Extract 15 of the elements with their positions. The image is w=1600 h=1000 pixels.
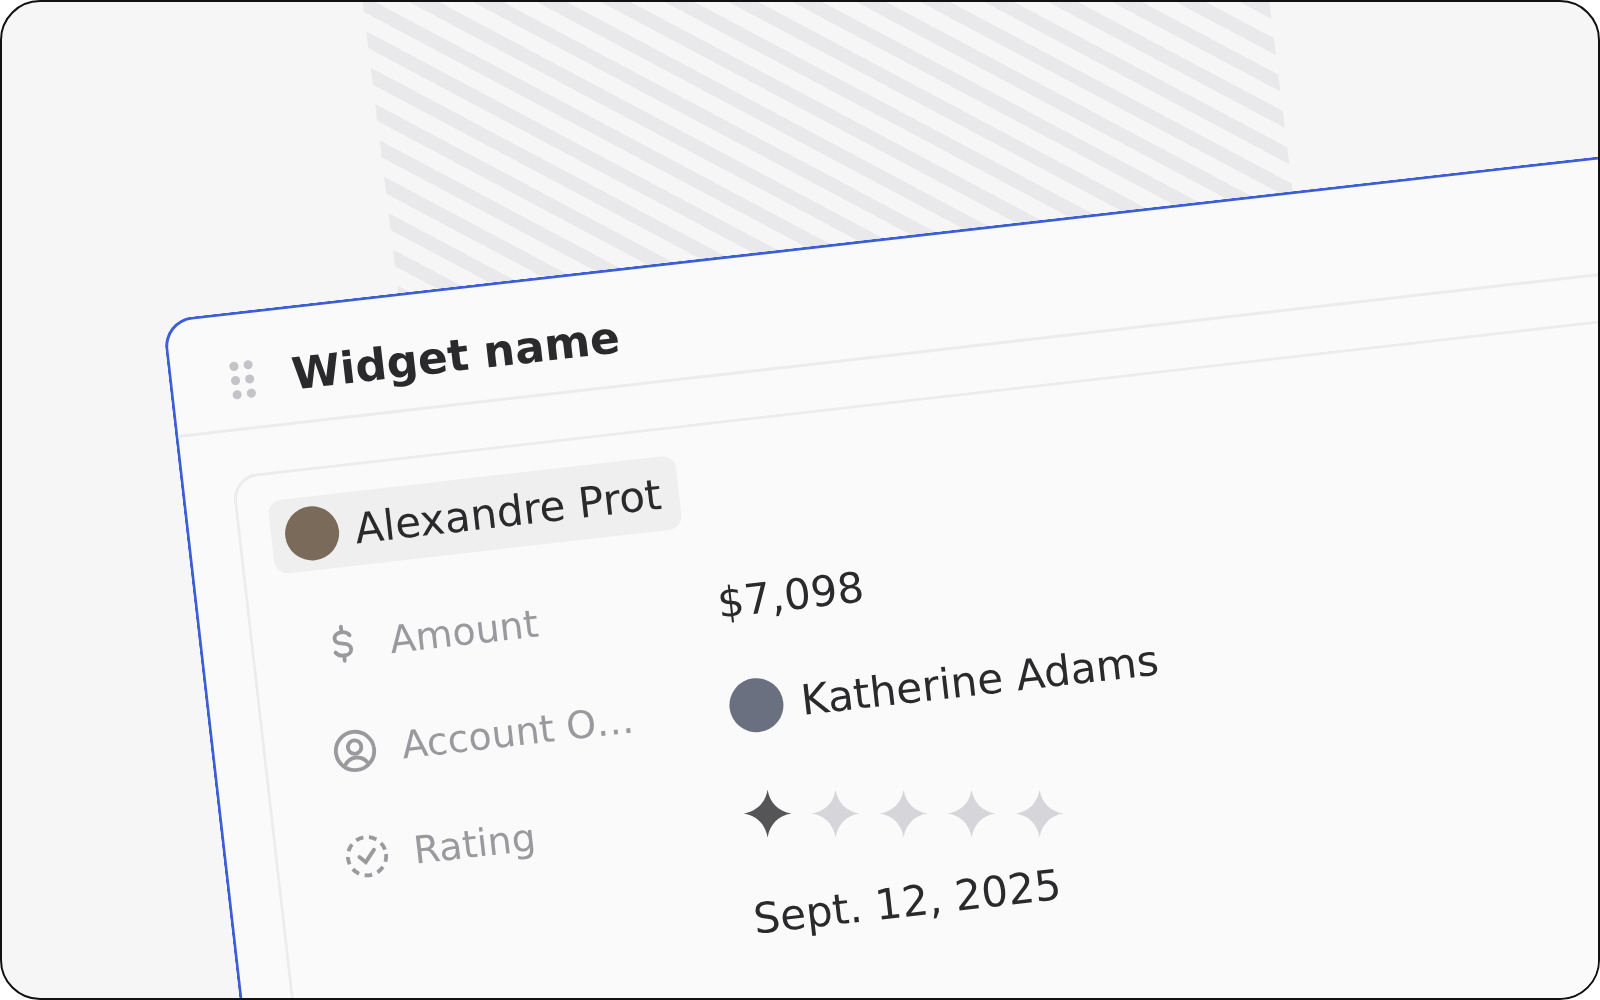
drag-handle-icon[interactable] [228, 358, 259, 401]
empty-star-icon[interactable] [877, 787, 930, 840]
empty-star-icon[interactable] [945, 787, 998, 840]
empty-star-icon[interactable] [1013, 787, 1066, 840]
field-value: $7,098 [714, 561, 867, 628]
widget-title: Widget name [289, 311, 623, 400]
field-label: Amount [387, 601, 541, 663]
record-name-chip[interactable]: Alexandre Prot [267, 454, 683, 575]
star-rating[interactable] [741, 787, 1066, 840]
field-value: Katherine Adams [798, 635, 1161, 725]
empty-star-icon[interactable] [809, 787, 862, 840]
field-value: Sept. 12, 2025 [750, 859, 1064, 944]
filled-star-icon[interactable] [741, 787, 794, 840]
field-label: Rating [411, 815, 538, 873]
field-label: Account O… [399, 697, 637, 768]
